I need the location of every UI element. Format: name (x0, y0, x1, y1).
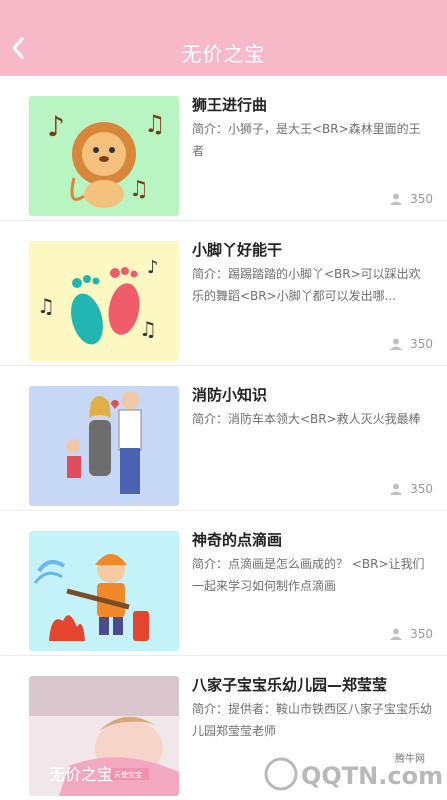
view-count: 350 (390, 627, 433, 641)
thumbnail-baby: 无价之宝 天使宝宝 (29, 676, 179, 796)
person-icon (390, 338, 403, 350)
view-count: 350 (390, 192, 433, 206)
item-description: 简介：点滴画是怎么画成的？ <BR>让我们一起来学习如何制作点滴画 (192, 557, 425, 593)
view-count-value: 350 (410, 192, 433, 206)
svg-text:♪: ♪ (147, 257, 159, 278)
item-description: 简介：消防车本领大<BR>救人灭火我最棒 (192, 412, 421, 426)
thumbnail-lion: ♪ ♫ ♫ (29, 96, 179, 216)
person-icon (390, 628, 403, 640)
footprints-image: ♫ ♪ ♫ (29, 241, 179, 361)
item-title: 小脚丫好能干 (192, 241, 283, 259)
view-count: 350 (390, 337, 433, 351)
view-count-value: 350 (410, 627, 433, 641)
thumbnail-family (29, 386, 179, 506)
list-item[interactable]: ♪ ♫ ♫ 狮王进行曲 简介：小狮子，是大王<BR>森林里面的王者 350 (0, 76, 447, 221)
view-count-value: 350 (410, 337, 433, 351)
watermark: QQTN.com 腾牛网 (264, 752, 443, 791)
item-title: 消防小知识 (192, 386, 268, 404)
family-image (29, 386, 179, 506)
thumb-subtitle: 天使宝宝 (114, 770, 142, 779)
watermark-site: QQTN.com (301, 762, 443, 790)
person-icon (390, 483, 403, 495)
item-title: 狮王进行曲 (192, 96, 268, 114)
item-description: 简介：踢踢踏踏的小脚丫<BR>可以踩出欢乐的舞蹈<BR>小脚丫都可以发出哪... (192, 267, 421, 303)
thumbnail-firefighter (29, 531, 179, 651)
header-bar: 无价之宝 (0, 0, 447, 76)
sleeping-baby-image: 无价之宝 天使宝宝 (29, 676, 179, 796)
page-title: 无价之宝 (181, 42, 266, 66)
svg-text:♫: ♫ (37, 294, 55, 318)
thumbnail-footprints: ♫ ♪ ♫ (29, 241, 179, 361)
svg-text:♪: ♪ (47, 110, 65, 143)
svg-text:♫: ♫ (139, 317, 157, 341)
firefighter-image (29, 531, 179, 651)
svg-text:♫: ♫ (129, 177, 149, 202)
item-description: 简介：提供者：鞍山市铁西区八家子宝宝乐幼儿园郑莹莹老师 (192, 702, 433, 738)
item-description: 简介：小狮子，是大王<BR>森林里面的王者 (192, 122, 421, 158)
person-icon (390, 193, 403, 205)
song-list: ♪ ♫ ♫ 狮王进行曲 简介：小狮子，是大王<BR>森林里面的王者 350 ♫ … (0, 76, 447, 800)
lion-image: ♪ ♫ ♫ (29, 96, 179, 216)
list-item[interactable]: 消防小知识 简介：消防车本领大<BR>救人灭火我最棒 350 (0, 366, 447, 511)
item-title: 八家子宝宝乐幼儿园—郑莹莹 (192, 676, 388, 694)
list-item[interactable]: ♫ ♪ ♫ 小脚丫好能干 简介：踢踢踏踏的小脚丫<BR>可以踩出欢乐的舞蹈<BR… (0, 221, 447, 366)
view-count: 350 (390, 482, 433, 496)
item-title: 神奇的点滴画 (192, 531, 283, 549)
list-item[interactable]: 神奇的点滴画 简介：点滴画是怎么画成的？ <BR>让我们一起来学习如何制作点滴画… (0, 511, 447, 656)
watermark-label: 腾牛网 (395, 752, 425, 765)
view-count-value: 350 (410, 482, 433, 496)
thumb-title: 无价之宝 (49, 765, 113, 784)
svg-text:♫: ♫ (144, 110, 166, 138)
